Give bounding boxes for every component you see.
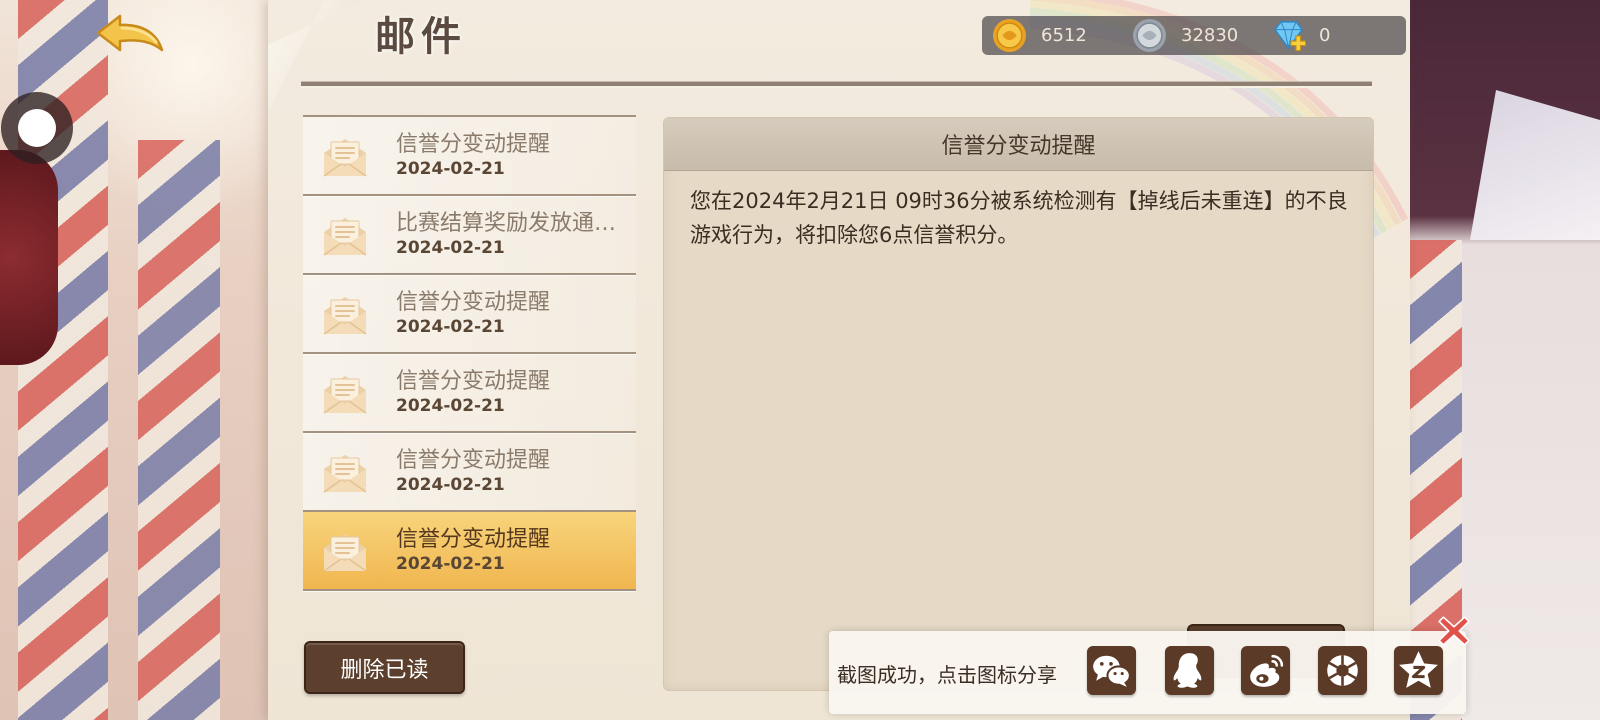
envelope-icon xyxy=(321,215,369,257)
qq-icon xyxy=(1173,653,1202,688)
gold-coin-icon[interactable] xyxy=(992,18,1027,53)
back-arrow-icon xyxy=(96,14,164,52)
mail-item-date: 2024-02-21 xyxy=(396,475,505,495)
gold-coin-value: 6512 xyxy=(1041,25,1087,46)
mail-item-date: 2024-02-21 xyxy=(396,238,505,258)
envelope-icon xyxy=(321,452,369,494)
mail-item-title: 信誉分变动提醒 xyxy=(396,132,551,157)
share-close-button[interactable] xyxy=(1437,614,1471,648)
delete-read-button[interactable]: 删除已读 xyxy=(304,641,465,694)
assistive-touch-icon xyxy=(18,109,56,147)
moments-icon xyxy=(1327,655,1358,686)
mail-item-title: 信誉分变动提醒 xyxy=(396,369,551,394)
screenshot-share-bar: 截图成功，点击图标分享 xyxy=(829,631,1466,714)
airmail-stripes-left-inner xyxy=(138,140,220,720)
moments-share-button[interactable] xyxy=(1318,646,1367,695)
mail-list-item[interactable]: 信誉分变动提醒 2024-02-21 xyxy=(303,117,636,196)
header-divider xyxy=(301,82,1372,86)
red-curtain xyxy=(0,150,58,365)
mail-item-title: 比赛结算奖励发放通… xyxy=(396,211,617,236)
mail-detail-panel: 信誉分变动提醒 您在2024年2月21日 09时36分被系统检测有【掉线后未重连… xyxy=(663,117,1374,691)
qzone-share-button[interactable] xyxy=(1394,646,1443,695)
mail-list-item[interactable]: 比赛结算奖励发放通… 2024-02-21 xyxy=(303,196,636,275)
envelope-icon xyxy=(321,136,369,178)
mail-list-item[interactable]: 信誉分变动提醒 2024-02-21 xyxy=(303,275,636,354)
wechat-share-button[interactable] xyxy=(1087,646,1136,695)
page-title: 邮件 xyxy=(375,14,467,60)
mail-list: 信誉分变动提醒 2024-02-21 比赛结算奖励发放通… 2024-02-21… xyxy=(303,115,636,591)
floating-assistive-button[interactable] xyxy=(1,92,73,164)
diamond-value: 0 xyxy=(1319,25,1331,46)
mail-item-date: 2024-02-21 xyxy=(396,317,505,337)
mail-item-date: 2024-02-21 xyxy=(396,396,505,416)
mail-item-date: 2024-02-21 xyxy=(396,554,505,574)
share-message: 截图成功，点击图标分享 xyxy=(837,663,1057,687)
qq-share-button[interactable] xyxy=(1165,646,1214,695)
silver-coin-value: 32830 xyxy=(1181,25,1239,46)
mail-list-item[interactable]: 信誉分变动提醒 2024-02-21 xyxy=(303,433,636,512)
mail-item-title: 信誉分变动提醒 xyxy=(396,290,551,315)
mail-item-title: 信誉分变动提醒 xyxy=(396,527,551,552)
envelope-icon xyxy=(321,531,369,573)
close-x-icon xyxy=(1438,616,1470,646)
envelope-icon xyxy=(321,373,369,415)
qzone-icon xyxy=(1399,651,1438,688)
envelope-icon xyxy=(321,294,369,336)
diamond-add-icon[interactable] xyxy=(1272,18,1307,53)
currency-bar: 6512 32830 0 xyxy=(982,16,1406,55)
back-button[interactable] xyxy=(94,12,165,59)
mail-item-date: 2024-02-21 xyxy=(396,159,505,179)
mail-detail-title: 信誉分变动提醒 xyxy=(664,118,1373,171)
mail-list-item[interactable]: 信誉分变动提醒 2024-02-21 xyxy=(303,354,636,433)
wechat-icon xyxy=(1093,655,1131,687)
mail-item-title: 信誉分变动提醒 xyxy=(396,448,551,473)
silver-coin-icon[interactable] xyxy=(1132,18,1167,53)
weibo-icon xyxy=(1250,654,1284,687)
weibo-share-button[interactable] xyxy=(1241,646,1290,695)
mail-detail-body: 您在2024年2月21日 09时36分被系统检测有【掉线后未重连】的不良游戏行为… xyxy=(690,189,1348,247)
mail-list-item[interactable]: 信誉分变动提醒 2024-02-21 xyxy=(303,512,636,591)
